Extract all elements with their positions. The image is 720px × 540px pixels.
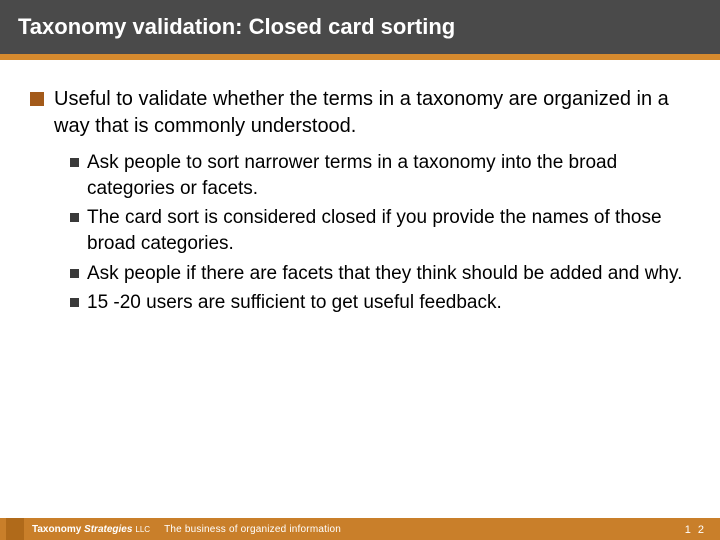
footer-llc: LLC <box>135 525 150 534</box>
square-bullet-icon <box>30 92 44 106</box>
sub-bullet-item: 15 -20 users are sufficient to get usefu… <box>70 290 690 316</box>
square-bullet-icon <box>70 158 79 167</box>
square-bullet-icon <box>70 269 79 278</box>
sub-point-text: The card sort is considered closed if yo… <box>87 205 690 256</box>
square-bullet-icon <box>70 298 79 307</box>
sub-point-text: Ask people if there are facets that they… <box>87 261 682 287</box>
sub-bullet-list: Ask people to sort narrower terms in a t… <box>70 150 690 316</box>
square-bullet-icon <box>70 213 79 222</box>
sub-bullet-item: The card sort is considered closed if yo… <box>70 205 690 256</box>
main-point-text: Useful to validate whether the terms in … <box>54 86 690 140</box>
footer-company-part2: Strategies <box>84 524 132 535</box>
sub-bullet-item: Ask people if there are facets that they… <box>70 261 690 287</box>
slide-content: Useful to validate whether the terms in … <box>0 60 720 316</box>
sub-point-text: 15 -20 users are sufficient to get usefu… <box>87 290 502 316</box>
footer-tagline: The business of organized information <box>164 524 341 535</box>
footer-company-part1: Taxonomy <box>32 524 84 535</box>
footer-company-name: Taxonomy Strategies <box>32 524 132 535</box>
slide-footer: Taxonomy Strategies LLC The business of … <box>0 518 720 540</box>
main-bullet-item: Useful to validate whether the terms in … <box>30 86 690 140</box>
sub-point-text: Ask people to sort narrower terms in a t… <box>87 150 690 201</box>
page-number: 1 2 <box>685 524 706 536</box>
footer-accent-block <box>6 518 24 540</box>
sub-bullet-item: Ask people to sort narrower terms in a t… <box>70 150 690 201</box>
slide-title: Taxonomy validation: Closed card sorting <box>0 0 720 54</box>
